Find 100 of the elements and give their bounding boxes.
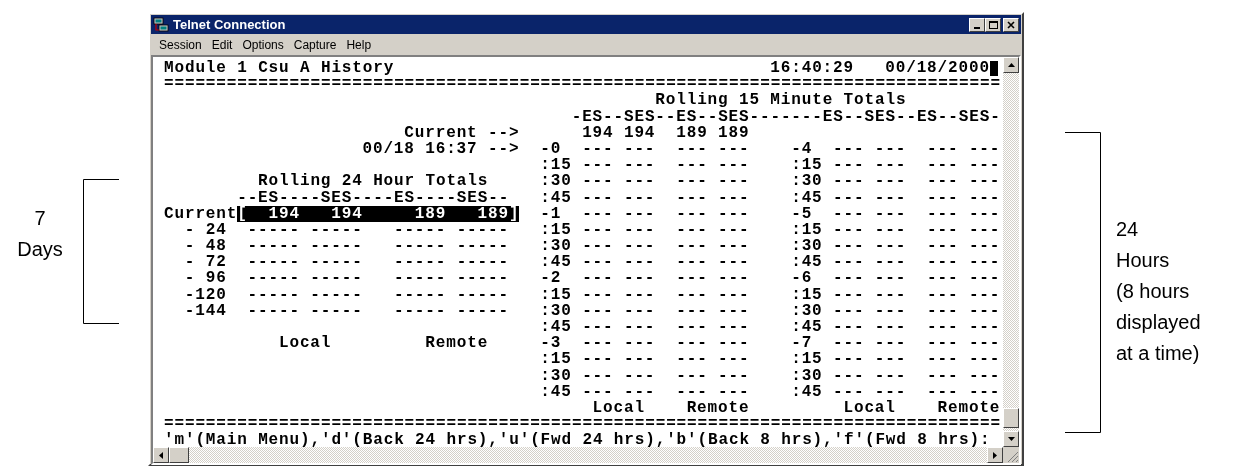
table-cell: --- <box>623 140 656 158</box>
table-cell: --- <box>718 367 750 384</box>
table-cell: --- <box>676 367 708 384</box>
row-label: -120 <box>184 286 227 303</box>
window-title: Telnet Connection <box>173 17 286 32</box>
table-cell: ----- <box>247 238 300 255</box>
pointer-label: 00/18 16:37 --> <box>362 140 520 158</box>
table-cell: --- <box>927 140 959 158</box>
close-button[interactable] <box>1003 17 1019 32</box>
table-cell: ----- <box>456 286 509 303</box>
vertical-scrollbar[interactable] <box>1003 57 1019 447</box>
footer-label: Local <box>843 399 896 417</box>
scroll-left-button[interactable] <box>153 447 169 463</box>
table-cell: --- <box>718 238 750 255</box>
separator-line: ================================================================================ <box>164 76 1001 93</box>
bracket-text: ] <box>508 205 520 222</box>
table-cell: ----- <box>456 238 509 255</box>
table-cell: ----- <box>310 221 363 239</box>
table-cell: ----- <box>456 254 509 271</box>
row-label: -4 <box>791 140 813 158</box>
table-cell: ----- <box>310 238 363 255</box>
table-cell: --- <box>676 221 708 239</box>
table-cell: --- <box>968 173 1001 190</box>
row-label: :15 <box>540 157 572 174</box>
table-cell: --- <box>874 157 907 174</box>
table-cell: --- <box>927 173 959 190</box>
table-cell: ----- <box>456 302 509 319</box>
row-label: :45 <box>791 319 823 336</box>
table-cell: --- <box>968 367 1001 384</box>
table-cell: --- <box>676 351 708 368</box>
text-cursor <box>989 60 998 76</box>
table-cell: ----- <box>247 270 300 287</box>
horizontal-scrollbar[interactable] <box>153 447 1003 463</box>
menu-item[interactable]: Options <box>237 37 289 52</box>
scrollbar-thumb[interactable] <box>169 447 189 463</box>
row-label: :45 <box>540 383 572 400</box>
scroll-up-button[interactable] <box>1003 57 1019 73</box>
table-cell: --- <box>623 335 656 352</box>
screen-title: Module 1 Csu A History <box>164 60 395 77</box>
table-cell: --- <box>833 157 865 174</box>
table-cell: --- <box>833 367 865 384</box>
table-cell: --- <box>833 238 865 255</box>
table-cell: --- <box>833 270 865 287</box>
table-cell: --- <box>582 221 614 239</box>
table-cell: --- <box>676 335 708 352</box>
row-label: :30 <box>540 302 572 319</box>
menu-item[interactable]: Help <box>341 37 377 52</box>
table-cell: --- <box>874 286 907 303</box>
row-label: :30 <box>540 173 572 190</box>
scroll-down-button[interactable] <box>1003 431 1019 447</box>
menu-item[interactable]: Edit <box>206 37 238 52</box>
table-cell: ----- <box>393 302 447 319</box>
table-cell: --- <box>582 335 614 352</box>
maximize-icon <box>988 19 998 30</box>
row-label: :15 <box>540 286 572 303</box>
table-cell: --- <box>718 173 750 190</box>
table-cell: --- <box>927 286 959 303</box>
table-cell: 194 <box>331 205 363 222</box>
table-cell: --- <box>676 157 708 174</box>
minimize-button[interactable] <box>969 17 985 32</box>
table-cell: --- <box>582 302 614 319</box>
table-cell: --- <box>582 286 614 303</box>
row-label: :45 <box>791 383 823 400</box>
separator-line: ================================================================================ <box>164 416 1001 433</box>
table-cell: 189 <box>676 124 708 141</box>
row-label: :30 <box>791 238 823 255</box>
maximize-button[interactable] <box>985 17 1001 32</box>
table-cell: --- <box>582 254 614 271</box>
section-title: Rolling 24 Hour Totals <box>258 173 489 190</box>
table-cell: --- <box>582 383 614 400</box>
footer-label: Remote <box>686 399 750 417</box>
table-cell: --- <box>676 140 708 158</box>
table-cell: --- <box>676 286 708 303</box>
row-label: :45 <box>791 254 823 271</box>
left-arrow-icon <box>159 451 163 459</box>
table-cell: 194 <box>623 124 656 141</box>
menu-item[interactable]: Capture <box>288 37 342 52</box>
table-cell: ----- <box>393 254 447 271</box>
menu-item[interactable]: Session <box>154 37 207 52</box>
table-cell: --- <box>676 238 708 255</box>
scrollbar-thumb[interactable] <box>1003 408 1019 428</box>
bracket-text: [ <box>237 205 248 222</box>
selected-row-highlight[interactable]: [ 194 194 189 189] <box>237 205 520 222</box>
right-arrow-icon <box>993 451 997 459</box>
command-prompt: 'm'(Main Menu),'d'(Back 24 hrs),'u'(Fwd 24 hrs),'b'(Back 8 hrs),'f'(Fwd 8 hrs): <box>164 432 991 447</box>
table-cell: --- <box>718 302 750 319</box>
row-label: :15 <box>791 221 823 239</box>
table-cell: --- <box>623 302 656 319</box>
table-cell: --- <box>874 383 907 400</box>
row-label: :30 <box>540 367 572 384</box>
table-cell: --- <box>676 205 708 222</box>
scroll-right-button[interactable] <box>987 447 1003 463</box>
table-cell: --- <box>874 238 907 255</box>
table-cell: --- <box>968 351 1001 368</box>
table-cell: --- <box>623 254 656 271</box>
table-cell: --- <box>927 351 959 368</box>
footer-label: Remote <box>425 335 489 352</box>
table-cell: --- <box>874 173 907 190</box>
row-label: :15 <box>540 351 572 368</box>
table-cell: --- <box>833 140 865 158</box>
